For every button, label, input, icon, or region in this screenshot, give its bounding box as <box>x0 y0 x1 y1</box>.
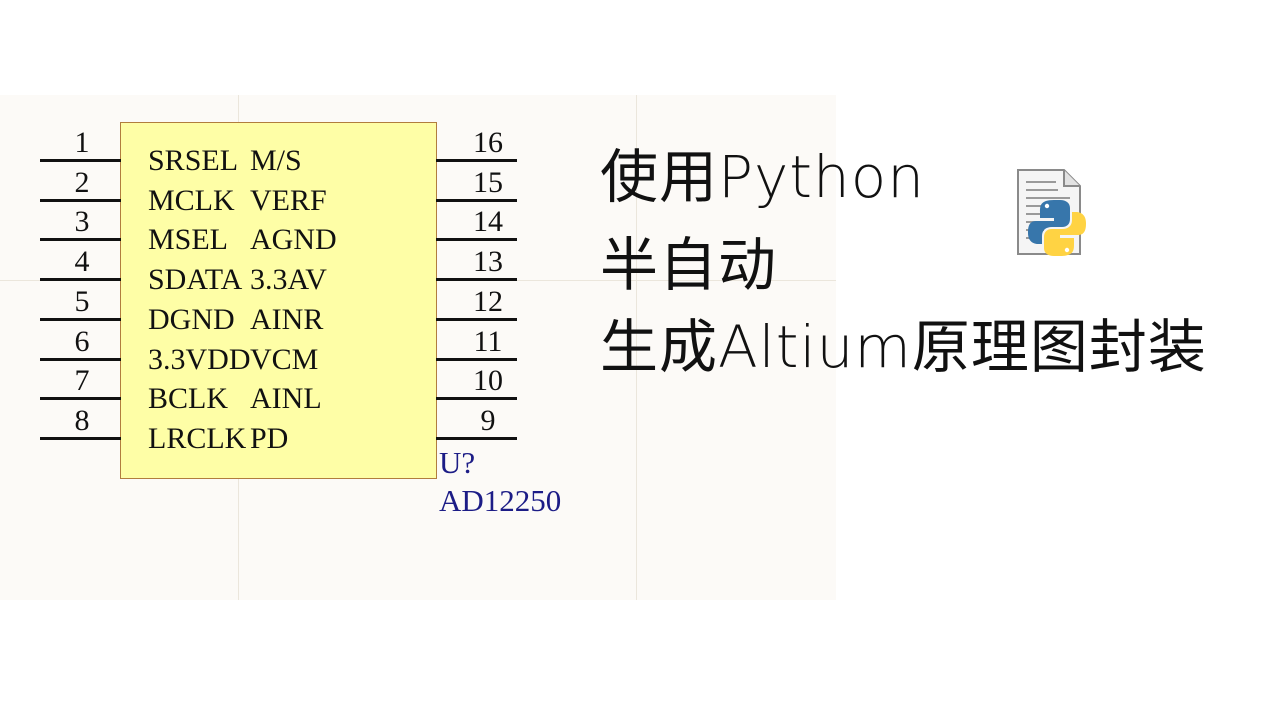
pin-name right: M/S <box>250 144 302 177</box>
pin-number: 5 <box>74 284 90 318</box>
pin-line[interactable] <box>40 238 121 242</box>
pin-number: 14 <box>473 205 503 239</box>
python-file-icon <box>1014 166 1094 258</box>
pin-line[interactable] <box>40 397 121 401</box>
title-line-2: 半自动 <box>600 231 778 299</box>
pin-name right: VERF <box>250 183 327 217</box>
pin-number: 16 <box>473 126 503 159</box>
component-designator[interactable]: U? <box>439 447 475 478</box>
pin-line[interactable] <box>40 436 121 440</box>
pin-line[interactable] <box>436 397 517 401</box>
pin-line[interactable] <box>436 357 517 361</box>
pin-line[interactable] <box>40 278 121 282</box>
pin-line[interactable] <box>40 357 121 361</box>
pin-number: 7 <box>74 364 90 398</box>
pin-number: 6 <box>74 324 90 358</box>
pin-name right: AINL <box>250 382 322 416</box>
pin-name right: 3.3AV <box>250 263 327 297</box>
pin-number: 3 <box>74 205 90 239</box>
pin-number: 8 <box>74 403 90 437</box>
pin-line[interactable] <box>436 159 517 162</box>
pin-number: 2 <box>74 165 90 199</box>
pin-number: 9 <box>480 403 496 437</box>
pin-line[interactable] <box>436 238 517 242</box>
pin-number: 1 <box>74 126 90 159</box>
pin-number: 4 <box>74 245 90 279</box>
pin-name right: AGND <box>250 223 337 257</box>
pin-name right: VCM <box>250 342 319 376</box>
pin-number: 13 <box>473 245 503 279</box>
pin-line[interactable] <box>436 317 517 321</box>
title-line-3: 生成Altium原理图封装 <box>600 313 1207 381</box>
pin-number: 12 <box>473 284 503 318</box>
title-line-1: 使用Python <box>600 143 926 211</box>
pin-line[interactable] <box>436 436 517 440</box>
pin-name: LRCLK <box>148 421 247 455</box>
pin-number: 11 <box>473 324 503 358</box>
pin-line[interactable] <box>436 278 517 282</box>
pin-name right: PD <box>250 421 289 455</box>
pin-name: 3.3VDD <box>148 342 251 376</box>
pin-name: MSEL <box>148 223 229 257</box>
pin-line[interactable] <box>40 159 121 162</box>
pin-name: DGND <box>148 302 235 336</box>
pin-name: BCLK <box>148 382 229 416</box>
pin-name: SRSEL <box>148 144 239 177</box>
pin-name: SDATA <box>148 263 243 297</box>
pin-line[interactable] <box>436 198 517 202</box>
pin-name: MCLK <box>148 183 235 217</box>
pin-line[interactable] <box>40 198 121 202</box>
pin-number: 15 <box>473 165 503 199</box>
pin-name right: AINR <box>250 302 324 336</box>
pin-number: 10 <box>473 364 503 398</box>
component-part-name[interactable]: AD12250 <box>439 485 561 516</box>
pin-line[interactable] <box>40 317 121 321</box>
